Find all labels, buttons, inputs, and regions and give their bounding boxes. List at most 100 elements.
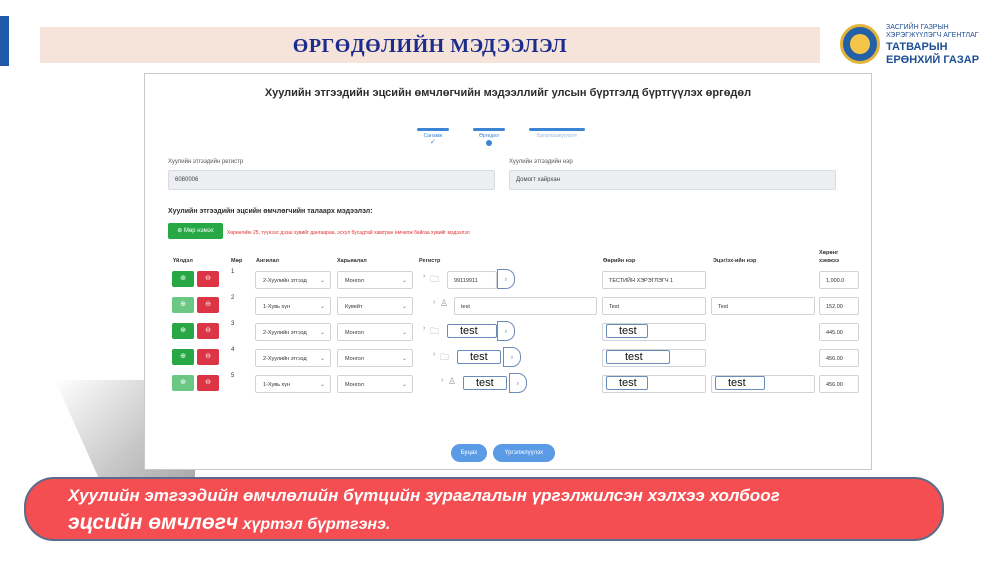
share-input[interactable]: 152.00 <box>819 297 859 315</box>
col-type: Ангилал <box>256 258 280 264</box>
register-input[interactable]: test <box>457 350 501 364</box>
edit-button[interactable]: ⊕ <box>172 349 194 365</box>
type-select[interactable]: 1-Хувь хүн ⌄ <box>255 297 331 315</box>
form-title: Хуулийн этгээдийн эцсийн өмчлөгчийн мэдэ… <box>264 87 752 99</box>
table-row: ⊕ ⊖ 3 2-Хуулийн этгээд ⌄ Монгол ⌄ › 🗀 test… <box>145 321 871 345</box>
edit-button[interactable]: ⊕ <box>172 323 194 339</box>
emblem-icon <box>840 24 880 64</box>
register-label: Хуулийн этгээдийн регистр <box>168 159 244 165</box>
share-input[interactable]: 1,000.0 <box>819 271 859 289</box>
citizenship-select[interactable]: Монгол ⌄ <box>337 349 413 367</box>
col-share: Хөрөнг хэмжээ <box>819 250 839 264</box>
person-icon: ♙ <box>440 298 449 308</box>
search-icon[interactable]: ⌕ <box>497 321 515 341</box>
register-input[interactable]: 99119911 <box>447 271 497 289</box>
chevron-right-icon[interactable]: › <box>423 325 425 332</box>
person-icon: ♙ <box>448 376 457 386</box>
step-reminder[interactable]: Санамж ✓ <box>417 128 449 152</box>
callout-banner: Хуулийн этгээдийн өмчлөлийн бүтцийн зура… <box>24 477 944 541</box>
row-number: 2 <box>231 295 235 301</box>
logo-line-1: ЗАСГИЙН ГАЗРЫН <box>886 24 949 31</box>
slide-title-bar: ӨРГӨДӨЛИЙН МЭДЭЭЛЭЛ <box>40 27 820 63</box>
callout-rest: хүртэл бүртгэнэ. <box>238 516 391 533</box>
entity-name-label: Хуулийн этгээдийн нэр <box>509 159 573 165</box>
building-icon: 🗀 <box>430 326 440 336</box>
delete-button[interactable]: ⊖ <box>197 349 219 365</box>
citizenship-select[interactable]: Монгол ⌄ <box>337 271 413 289</box>
search-icon[interactable]: ⌕ <box>509 373 527 393</box>
edit-button[interactable]: ⊕ <box>172 271 194 287</box>
chevron-down-icon: ⌄ <box>319 278 325 284</box>
search-icon[interactable]: ⌕ <box>503 347 521 367</box>
chevron-right-icon[interactable]: › <box>433 351 435 358</box>
citizenship-select[interactable]: Монгол ⌄ <box>337 323 413 341</box>
agency-logo: ЗАСГИЙН ГАЗРЫН ХЭРЭГЖҮҮЛЭГЧ АГЕНТЛАГ ТАТ… <box>838 22 988 70</box>
table-row: ⊕ ⊖ 4 2-Хуулийн этгээд ⌄ Монгол ⌄ › 🗀 test… <box>145 347 871 371</box>
chevron-down-icon: ⌄ <box>319 382 325 388</box>
application-form-screenshot: Хуулийн этгээдийн эцсийн өмчлөгчийн мэдэ… <box>144 73 872 470</box>
type-select[interactable]: 2-Хуулийн этгээд ⌄ <box>255 323 331 341</box>
share-input[interactable]: 445.00 <box>819 323 859 341</box>
callout-line-2: эцсийн өмчлөгч хүртэл бүртгэнэ. <box>68 511 390 535</box>
delete-button[interactable]: ⊖ <box>197 297 219 313</box>
chevron-down-icon: ⌄ <box>401 356 407 362</box>
col-register: Регистр <box>419 258 441 264</box>
type-select[interactable]: 2-Хуулийн этгээд ⌄ <box>255 271 331 289</box>
table-row: ⊕ ⊖ 1 2-Хуулийн этгээд ⌄ Монгол ⌄ › 🗀 9911… <box>145 269 871 293</box>
chevron-right-icon[interactable]: › <box>441 377 443 384</box>
register-input[interactable]: test <box>454 297 597 315</box>
register-field[interactable]: 6080006 <box>168 170 495 190</box>
col-actions: Үйлдэл <box>173 258 193 264</box>
logo-line-2: ХЭРЭГЖҮҮЛЭГЧ АГЕНТЛАГ <box>886 32 979 39</box>
step-label: Өргөдөл <box>479 133 499 139</box>
callout-line-1: Хуулийн этгээдийн өмчлөлийн бүтцийн зура… <box>68 486 780 505</box>
citizenship-select[interactable]: Кувейт ⌄ <box>337 297 413 315</box>
continue-button[interactable]: Үргэлжлүүлэх <box>493 444 555 462</box>
citizenship-select[interactable]: Монгол ⌄ <box>337 375 413 393</box>
logo-line-4: ЕРӨНХИЙ ГАЗАР <box>886 54 980 66</box>
chevron-down-icon: ⌄ <box>401 304 407 310</box>
parent-name-input[interactable]: Test <box>711 297 815 315</box>
progress-stepper: Санамж ✓ Өргөдөл Баталгаажуулалт <box>417 128 597 152</box>
add-row-button[interactable]: ⊕ Мөр нэмэх <box>168 223 223 239</box>
warning-text: Хөрөнгийн 25, түүнээс дээш хувийг дангаа… <box>227 230 470 236</box>
table-row: ⊕ ⊖ 2 1-Хувь хүн ⌄ Кувейт ⌄ › ♙ test Test … <box>145 295 871 319</box>
chevron-right-icon[interactable]: › <box>423 273 425 280</box>
name-input[interactable]: ТЕСТИЙН ХЭРЭГЛЭГЧ 1 <box>602 271 706 289</box>
chevron-down-icon: ⌄ <box>319 304 325 310</box>
chevron-right-icon[interactable]: › <box>433 299 435 306</box>
delete-button[interactable]: ⊖ <box>197 323 219 339</box>
entity-name-field[interactable]: Домогт хайрхан <box>509 170 836 190</box>
share-input[interactable]: 456.00 <box>819 349 859 367</box>
col-parent-name: Эцэг/эх-ийн нэр <box>713 258 757 264</box>
type-select[interactable]: 1-Хувь хүн ⌄ <box>255 375 331 393</box>
row-number: 3 <box>231 321 235 327</box>
name-value: test <box>606 350 670 364</box>
back-button[interactable]: Буцах <box>451 444 487 462</box>
type-select[interactable]: 2-Хуулийн этгээд ⌄ <box>255 349 331 367</box>
delete-button[interactable]: ⊖ <box>197 271 219 287</box>
chevron-down-icon: ⌄ <box>401 278 407 284</box>
edit-button[interactable]: ⊕ <box>172 297 194 313</box>
delete-button[interactable]: ⊖ <box>197 375 219 391</box>
register-input[interactable]: test <box>463 376 507 390</box>
name-value: test <box>606 376 648 390</box>
register-input[interactable]: test <box>447 324 497 338</box>
row-number: 4 <box>231 347 235 353</box>
current-step-dot-icon <box>486 140 492 146</box>
logo-line-3: ТАТВАРЫН <box>886 41 948 53</box>
building-icon: 🗀 <box>440 352 450 362</box>
chevron-down-icon: ⌄ <box>319 330 325 336</box>
row-number: 1 <box>231 269 235 275</box>
callout-emphasis: эцсийн өмчлөгч <box>68 511 239 534</box>
edit-button[interactable]: ⊕ <box>172 375 194 391</box>
col-row: Мөр <box>231 258 243 264</box>
name-input[interactable]: Test <box>602 297 706 315</box>
share-input[interactable]: 456.00 <box>819 375 859 393</box>
step-confirmation[interactable]: Баталгаажуулалт <box>529 128 585 152</box>
chevron-down-icon: ⌄ <box>319 356 325 362</box>
step-application[interactable]: Өргөдөл <box>473 128 505 152</box>
search-icon[interactable]: ⌕ <box>497 269 515 289</box>
parent-name-value: test <box>715 376 765 390</box>
building-icon: 🗀 <box>430 274 440 284</box>
